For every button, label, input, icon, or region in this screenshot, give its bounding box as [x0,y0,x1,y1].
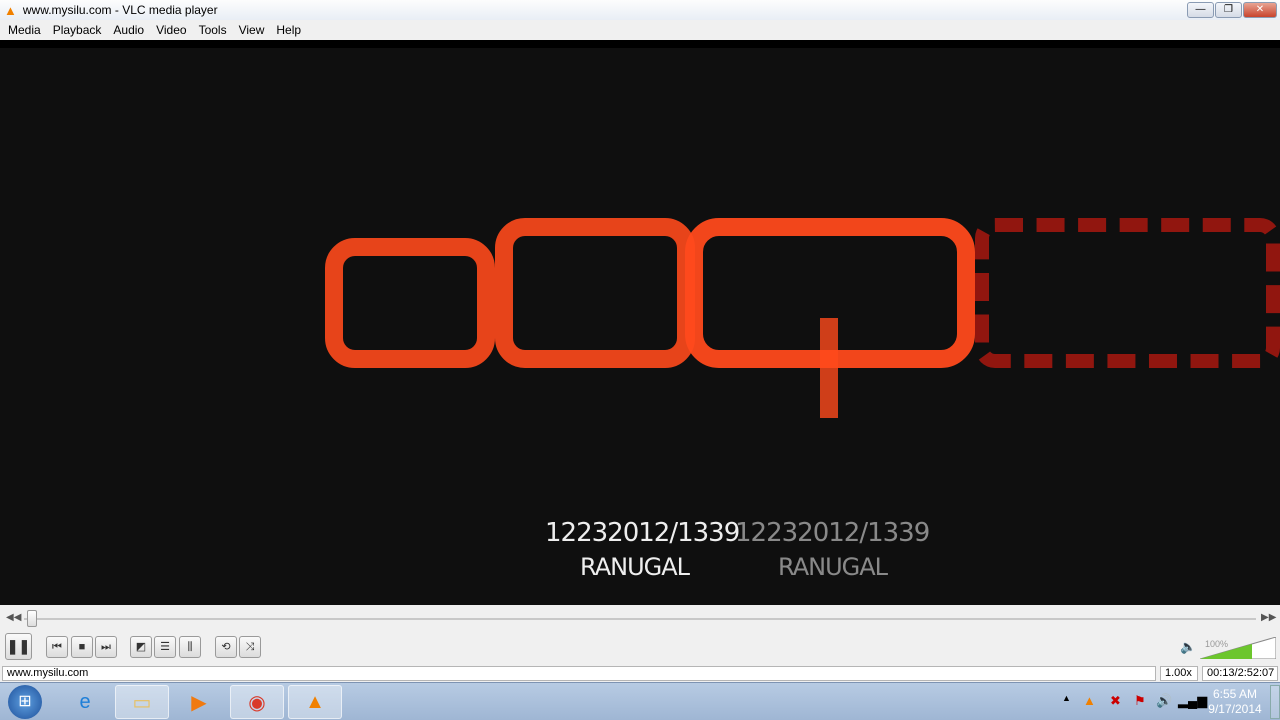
menu-media[interactable]: Media [2,23,47,37]
menu-tools[interactable]: Tools [193,23,233,37]
slower-icon[interactable]: ◀◀ [6,612,21,623]
fullscreen-button[interactable]: ◩ [130,636,152,658]
show-desktop-button[interactable] [1270,685,1280,719]
seek-handle[interactable] [26,610,37,627]
speaker-icon[interactable]: 🔈 [1180,639,1196,655]
show-hidden-icons[interactable]: ▲ [1062,693,1071,703]
volume-tray-icon[interactable]: 🔊 [1156,693,1172,709]
extended-settings-button[interactable]: ⫼ [179,636,201,658]
previous-button[interactable]: ⏮ [46,636,68,658]
minimize-button[interactable]: — [1187,2,1214,18]
vlc-taskbar-icon[interactable]: ▲ [288,685,342,719]
chrome-icon[interactable]: ◉ [230,685,284,719]
status-bar: www.mysilu.com 1.00x 00:13/2:52:07 [0,665,1280,682]
controls-panel: ◀◀ ▶▶ ❚❚ ⏮ ■ ⏭ ◩ ☰ ⫼ ⟲ ⤨ 🔈 100% [0,605,1280,665]
video-text-line1-ghost: 12232012/1339 [735,518,930,548]
start-button[interactable]: ⊞ [8,685,42,719]
action-center-icon[interactable]: ⚑ [1134,693,1146,709]
power-icon[interactable]: ✖ [1110,693,1121,709]
vlc-icon: ▲ [4,2,17,18]
menu-bar: Media Playback Audio Video Tools View He… [0,20,1280,40]
playback-speed[interactable]: 1.00x [1160,666,1198,681]
faster-icon[interactable]: ▶▶ [1261,612,1276,623]
window-title: www.mysilu.com - VLC media player [22,3,218,17]
taskbar: ⊞ e ▭ ▶ ◉ ▲ ▲ ▲ ✖ ⚑ 🔊 ▂▄▆ 6:55 AM 9/17/2… [0,682,1280,720]
volume-label: 100% [1205,639,1229,649]
clock-time: 6:55 AM [1212,687,1258,701]
video-area[interactable]: 12232012/1339 12232012/1339 RANUGAL RANU… [0,40,1280,605]
clock-date: 9/17/2014 [1208,702,1262,716]
stop-button[interactable]: ■ [71,636,93,658]
menu-playback[interactable]: Playback [47,23,108,37]
menu-help[interactable]: Help [270,23,307,37]
time-display[interactable]: 00:13/2:52:07 [1202,666,1278,681]
media-player-icon[interactable]: ▶ [172,685,226,719]
video-text-line1: 12232012/1339 [545,518,740,548]
vlc-tray-icon[interactable]: ▲ [1083,693,1096,708]
menu-video[interactable]: Video [150,23,192,37]
pause-button[interactable]: ❚❚ [5,633,32,660]
next-button[interactable]: ⏭ [95,636,117,658]
video-text-line2-ghost: RANUGAL [778,553,888,581]
menu-view[interactable]: View [233,23,271,37]
internet-explorer-icon[interactable]: e [58,685,112,719]
seek-bar[interactable] [24,618,1256,620]
close-button[interactable]: ✕ [1243,2,1277,18]
video-logo [325,218,1280,448]
shuffle-button[interactable]: ⤨ [239,636,261,658]
file-explorer-icon[interactable]: ▭ [115,685,169,719]
title-bar: ▲ www.mysilu.com - VLC media player — ❐ … [0,0,1280,20]
maximize-button[interactable]: ❐ [1215,2,1242,18]
clock[interactable]: 6:55 AM 9/17/2014 [1200,687,1270,717]
menu-audio[interactable]: Audio [107,23,150,37]
status-text: www.mysilu.com [2,666,1156,681]
playlist-button[interactable]: ☰ [154,636,176,658]
loop-button[interactable]: ⟲ [215,636,237,658]
video-text-line2: RANUGAL [580,553,690,581]
